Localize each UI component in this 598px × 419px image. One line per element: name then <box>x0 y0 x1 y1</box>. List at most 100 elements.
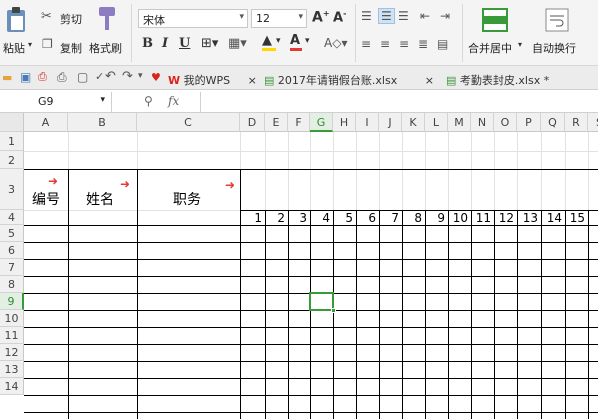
wrap-text-icon <box>545 8 569 32</box>
tab-leave-ledger[interactable]: ▤ 2017年请销假台账.xlsx × <box>264 69 434 89</box>
spell-check-icon[interactable]: ✓ <box>95 70 104 83</box>
formula-input[interactable] <box>200 92 598 112</box>
row-header-5[interactable]: 5 <box>0 225 24 242</box>
save-icon[interactable]: ▣ <box>20 70 31 84</box>
row-header-10[interactable]: 10 <box>0 310 24 327</box>
column-header-M[interactable]: M <box>448 113 471 132</box>
row-header-2[interactable]: 2 <box>0 151 24 169</box>
font-size-select[interactable]: 12 ▾ <box>251 9 307 28</box>
clear-format-icon[interactable]: A◇▾ <box>324 36 347 50</box>
column-header-I[interactable]: I <box>356 113 379 132</box>
distribute-icon[interactable]: ▤ <box>437 37 448 51</box>
column-header-D[interactable]: D <box>240 113 265 132</box>
print-preview-icon[interactable]: ▢ <box>77 70 88 84</box>
print-icon[interactable]: ⎙ <box>57 70 67 85</box>
chevron-down-icon[interactable]: ▾ <box>518 40 522 49</box>
column-header-L[interactable]: L <box>425 113 448 132</box>
separator <box>462 4 463 62</box>
chevron-down-icon[interactable]: ▾ <box>276 36 281 46</box>
row-header-11[interactable]: 11 <box>0 327 24 344</box>
cut-button[interactable]: 剪切 <box>60 11 82 27</box>
paste-button[interactable] <box>4 6 34 36</box>
zoom-icon[interactable]: ⚲ <box>144 94 153 108</box>
tab-label: 2017年请销假台账.xlsx <box>277 74 398 87</box>
increase-font-icon[interactable]: A+ <box>312 9 330 26</box>
header-name: 姓名 <box>86 192 114 208</box>
border-icon[interactable]: ⊞▾ <box>201 36 218 51</box>
increase-indent-icon[interactable]: ⇥ <box>440 9 450 23</box>
align-center-icon[interactable]: ≡ <box>380 37 390 51</box>
column-header-K[interactable]: K <box>402 113 425 132</box>
column-header-Q[interactable]: Q <box>541 113 565 132</box>
undo-icon[interactable]: ↶ <box>105 69 116 84</box>
day-number: 12 <box>498 211 514 225</box>
bold-button[interactable]: B <box>142 36 153 51</box>
italic-button[interactable]: I <box>162 36 168 51</box>
row-header-12[interactable]: 12 <box>0 344 24 361</box>
chevron-down-icon[interactable]: ▾ <box>305 36 310 46</box>
column-header-O[interactable]: O <box>494 113 517 132</box>
column-header-C[interactable]: C <box>137 113 240 132</box>
row-header-8[interactable]: 8 <box>0 276 24 293</box>
pdf-icon[interactable]: ⎙ <box>38 70 47 84</box>
cell-style-icon[interactable]: ▦▾ <box>228 36 247 51</box>
merge-center-button[interactable]: 合并居中 <box>468 40 512 56</box>
font-name-select[interactable]: 宋体 ▾ <box>138 9 248 28</box>
more-icon[interactable]: ▾ <box>138 71 143 81</box>
redo-icon[interactable]: ↷ <box>122 69 133 84</box>
row-header-4[interactable]: 4 <box>0 210 24 225</box>
close-icon[interactable]: × <box>425 74 434 87</box>
tab-my-wps[interactable]: W 我的WPS × <box>168 69 257 89</box>
paste-label[interactable]: 粘贴 <box>3 40 25 56</box>
day-number: 11 <box>475 211 491 225</box>
open-folder-icon[interactable]: ▬ <box>2 71 12 84</box>
row-header-13[interactable]: 13 <box>0 361 24 378</box>
row-header-9[interactable]: 9 <box>0 293 24 310</box>
row-header-1[interactable]: 1 <box>0 132 24 151</box>
day-number: 8 <box>414 211 422 225</box>
align-middle-icon[interactable]: ☰ <box>378 8 395 24</box>
row-header-7[interactable]: 7 <box>0 259 24 276</box>
column-header-E[interactable]: E <box>265 113 288 132</box>
decrease-font-icon[interactable]: A- <box>333 9 346 25</box>
wrap-text-button[interactable]: 自动换行 <box>532 40 576 56</box>
function-icon[interactable]: fx <box>168 94 179 108</box>
copy-button[interactable]: 复制 <box>60 40 82 56</box>
column-header-G[interactable]: G <box>310 113 333 132</box>
column-header-S[interactable]: S <box>588 113 598 132</box>
row-header-6[interactable]: 6 <box>0 242 24 259</box>
format-painter-button[interactable]: 格式刷 <box>89 40 122 56</box>
align-top-icon[interactable]: ☰ <box>361 9 372 23</box>
spreadsheet-grid[interactable]: ABCDEFGHIJKLMNOPQRS1234567891011121314编号… <box>0 113 598 419</box>
column-header-H[interactable]: H <box>333 113 356 132</box>
column-header-N[interactable]: N <box>471 113 494 132</box>
column-header-R[interactable]: R <box>565 113 588 132</box>
paste-dropdown-icon[interactable]: ▾ <box>28 40 32 49</box>
column-header-J[interactable]: J <box>379 113 402 132</box>
column-header-F[interactable]: F <box>288 113 310 132</box>
font-color-icon[interactable]: A <box>290 33 302 51</box>
column-header-P[interactable]: P <box>517 113 541 132</box>
fill-handle[interactable] <box>331 308 336 313</box>
align-bottom-icon[interactable]: ☰ <box>398 9 409 23</box>
row-header-3[interactable]: 3 <box>0 169 24 210</box>
underline-button[interactable]: U <box>179 36 190 51</box>
tab-attendance-cover[interactable]: ▤ 考勤表封皮.xlsx * <box>446 69 549 89</box>
chevron-down-icon: ▾ <box>298 12 303 22</box>
column-header-A[interactable]: A <box>24 113 68 132</box>
select-all-corner[interactable] <box>0 113 24 132</box>
selected-cell[interactable] <box>309 292 336 313</box>
align-right-icon[interactable]: ≡ <box>399 37 409 51</box>
close-icon[interactable]: × <box>248 74 257 87</box>
font-size-value: 12 <box>256 12 270 25</box>
align-left-icon[interactable]: ≡ <box>361 37 371 51</box>
chevron-down-icon[interactable]: ▾ <box>100 95 105 105</box>
separator <box>131 4 132 62</box>
name-box[interactable]: G9 ▾ <box>0 92 112 112</box>
decrease-indent-icon[interactable]: ⇤ <box>420 9 430 23</box>
day-number: 7 <box>391 211 399 225</box>
row-header-14[interactable]: 14 <box>0 378 24 395</box>
fill-color-icon[interactable]: ▲ <box>262 33 276 51</box>
justify-icon[interactable]: ≣ <box>418 37 428 51</box>
column-header-B[interactable]: B <box>68 113 137 132</box>
